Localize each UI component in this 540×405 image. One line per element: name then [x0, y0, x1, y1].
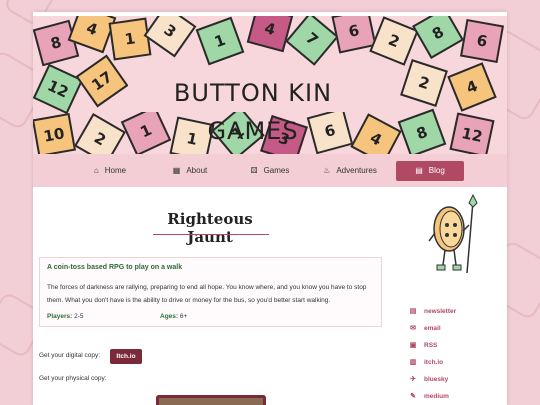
book-icon: ▦ — [172, 166, 181, 175]
title-underline — [153, 234, 269, 235]
rss-icon: ▣ — [409, 342, 417, 349]
pen-icon: ✎ — [410, 393, 416, 400]
die-icon: 7 — [285, 16, 339, 66]
header-banner: 8 4 1 3 1 4 7 6 2 8 6 12 17 2 4 10 2 1 1… — [33, 16, 507, 162]
button-kin-mascot-icon — [428, 193, 478, 274]
page-title: Righteous Jaunt — [167, 210, 253, 246]
sidebar-link-label: medium — [424, 392, 449, 400]
nav-adventures-label: Adventures — [336, 166, 377, 175]
itchio-button[interactable]: Itch.io — [110, 349, 142, 364]
die-icon: 12 — [33, 63, 84, 115]
physical-copy-label: Get your physical copy: — [39, 375, 107, 382]
dice-icon: ⚄ — [250, 166, 258, 175]
game-subtitle: A coin-toss based RPG to play on a walk — [47, 264, 183, 271]
sidebar-link-email[interactable]: ✉ email — [409, 324, 441, 333]
nav-adventures[interactable]: ♨ Adventures — [316, 161, 384, 181]
main-content: Righteous Jaunt A coin-toss based RPG to… — [33, 187, 507, 405]
ages-info: Ages: 6+ — [160, 313, 187, 320]
die-icon: 8 — [412, 16, 464, 59]
die-icon: 4 — [447, 62, 497, 112]
die-icon: 6 — [459, 18, 505, 64]
sidebar-link-label: RSS — [424, 341, 438, 349]
die-icon: 4 — [246, 16, 294, 53]
die-icon: 1 — [120, 105, 172, 157]
product-image[interactable] — [156, 395, 266, 405]
bluesky-icon: ✈ — [410, 376, 416, 383]
page-container: 8 4 1 3 1 4 7 6 2 8 6 12 17 2 4 10 2 1 1… — [33, 12, 507, 405]
ages-label: Ages: — [160, 313, 179, 320]
nav-about[interactable]: ▦ About — [156, 161, 224, 181]
newspaper-icon: ▤ — [415, 166, 423, 175]
sidebar: ▤ newsletter ✉ email ▣ RSS ▥ itch.io ✈ b… — [403, 187, 507, 405]
sidebar-link-label: itch.io — [424, 358, 444, 366]
sidebar-link-label: newsletter — [424, 307, 457, 315]
sidebar-link-itchio[interactable]: ▥ itch.io — [409, 358, 444, 367]
die-icon: 6 — [306, 107, 354, 155]
nav-games[interactable]: ⚄ Games — [236, 161, 304, 181]
nav-games-label: Games — [263, 166, 290, 175]
sidebar-link-bluesky[interactable]: ✈ bluesky — [409, 375, 449, 384]
players-info: Players: 2-5 — [47, 313, 84, 320]
sidebar-link-rss[interactable]: ▣ RSS — [409, 341, 438, 350]
game-description: The forces of darkness are rallying, pre… — [47, 284, 367, 304]
nav-home-label: Home — [104, 166, 127, 175]
nav-about-label: About — [186, 166, 208, 175]
die-icon: 17 — [75, 54, 129, 108]
sidebar-link-medium[interactable]: ✎ medium — [409, 392, 449, 401]
itchio-icon: ▥ — [409, 359, 417, 366]
flame-icon: ♨ — [323, 166, 331, 175]
sidebar-link-label: email — [424, 324, 441, 332]
sidebar-link-label: bluesky — [424, 375, 449, 383]
main-nav: ⌂ Home ▦ About ⚄ Games ♨ Adventures ▤ Bl… — [33, 154, 507, 187]
players-value: 2-5 — [74, 313, 84, 320]
die-icon: 12 — [449, 112, 495, 158]
game-info-box: A coin-toss based RPG to play on a walk … — [39, 257, 382, 327]
players-label: Players: — [47, 313, 73, 320]
nav-blog-label: Blog — [428, 166, 445, 175]
envelope-icon: ✉ — [410, 325, 416, 332]
newsletter-icon: ▤ — [409, 308, 417, 315]
die-icon: 1 — [108, 17, 152, 61]
die-icon: 1 — [195, 16, 245, 66]
house-icon: ⌂ — [93, 166, 99, 175]
nav-home[interactable]: ⌂ Home — [76, 161, 144, 181]
die-icon: 8 — [397, 108, 447, 158]
sidebar-link-newsletter[interactable]: ▤ newsletter — [409, 307, 457, 316]
die-icon: 10 — [33, 112, 77, 158]
die-icon: 2 — [400, 59, 448, 107]
die-icon: 3 — [143, 16, 197, 58]
site-title: BUTTON KIN GAMES — [128, 74, 378, 145]
ages-value: 6+ — [179, 313, 188, 320]
nav-blog[interactable]: ▤ Blog — [396, 160, 464, 181]
digital-copy-label: Get your digital copy: — [39, 352, 101, 359]
